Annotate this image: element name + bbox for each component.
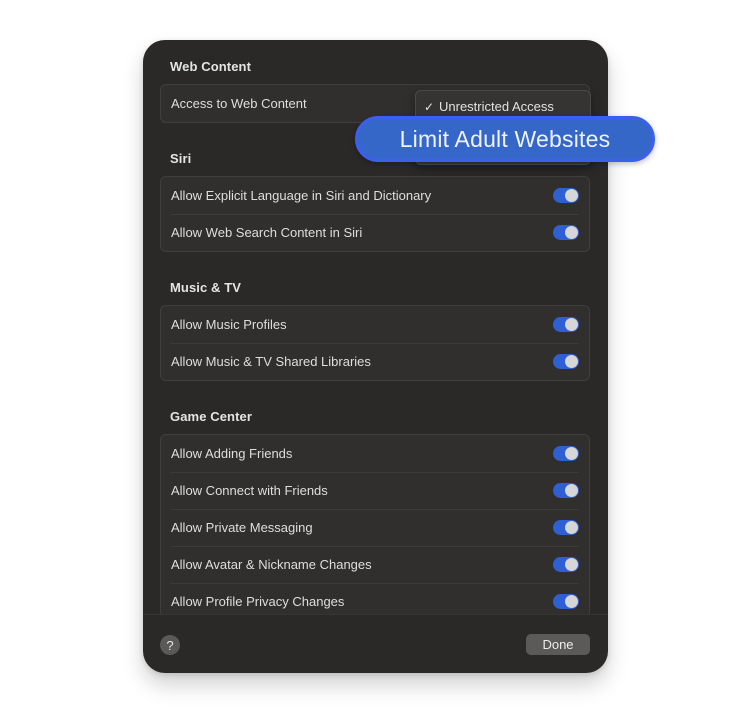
row-label: Allow Avatar & Nickname Changes (171, 557, 372, 572)
group-siri: Allow Explicit Language in Siri and Dict… (160, 176, 590, 252)
checkmark-icon: ✓ (424, 99, 435, 114)
row-allow-adding-friends: Allow Adding Friends (161, 435, 589, 472)
row-allow-profile-privacy-changes: Allow Profile Privacy Changes (161, 583, 589, 614)
row-label: Allow Profile Privacy Changes (171, 594, 345, 609)
toggle-allow-private-messaging[interactable] (553, 520, 579, 535)
toggle-allow-web-search-content[interactable] (553, 225, 579, 240)
done-button[interactable]: Done (526, 634, 590, 655)
group-game-center: Allow Adding Friends Allow Connect with … (160, 434, 590, 614)
toggle-knob (565, 318, 578, 331)
section-title-music-tv: Music & TV (170, 280, 242, 295)
row-allow-avatar-nickname-changes: Allow Avatar & Nickname Changes (161, 546, 589, 583)
dropdown-option-label: Unrestricted Access (439, 99, 554, 114)
footer-divider (143, 614, 608, 615)
toggle-knob (565, 226, 578, 239)
help-button[interactable]: ? (160, 635, 180, 655)
row-allow-connect-with-friends: Allow Connect with Friends (161, 472, 589, 509)
callout-label: Limit Adult Websites (399, 125, 611, 152)
row-label: Allow Music Profiles (171, 317, 287, 332)
toggle-allow-profile-privacy-changes[interactable] (553, 594, 579, 609)
section-title-game-center: Game Center (170, 409, 253, 424)
row-label: Allow Music & TV Shared Libraries (171, 354, 371, 369)
dropdown-option-limit-adult-websites[interactable]: Limit Adult Websites (355, 116, 655, 162)
row-label: Allow Connect with Friends (171, 483, 328, 498)
row-label: Allow Adding Friends (171, 446, 293, 461)
section-title-siri: Siri (170, 151, 192, 166)
row-allow-music-profiles: Allow Music Profiles (161, 306, 589, 343)
row-allow-shared-libraries: Allow Music & TV Shared Libraries (161, 343, 589, 380)
toggle-allow-music-profiles[interactable] (553, 317, 579, 332)
row-label: Allow Web Search Content in Siri (171, 225, 363, 240)
row-label: Allow Private Messaging (171, 520, 313, 535)
row-label: Allow Explicit Language in Siri and Dict… (171, 188, 432, 203)
toggle-allow-shared-libraries[interactable] (553, 354, 579, 369)
toggle-knob (565, 595, 578, 608)
toggle-knob (565, 447, 578, 460)
question-mark-icon: ? (166, 637, 174, 653)
dropdown-option-unrestricted-access[interactable]: ✓ Unrestricted Access (424, 99, 554, 114)
toggle-allow-explicit-language[interactable] (553, 188, 579, 203)
toggle-knob (565, 521, 578, 534)
row-allow-web-search-content: Allow Web Search Content in Siri (161, 214, 589, 251)
section-title-web-content: Web Content (170, 59, 252, 74)
toggle-knob (565, 484, 578, 497)
toggle-knob (565, 355, 578, 368)
row-allow-explicit-language: Allow Explicit Language in Siri and Dict… (161, 177, 589, 214)
row-allow-private-messaging: Allow Private Messaging (161, 509, 589, 546)
toggle-allow-connect-with-friends[interactable] (553, 483, 579, 498)
toggle-allow-adding-friends[interactable] (553, 446, 579, 461)
toggle-knob (565, 189, 578, 202)
group-music-tv: Allow Music Profiles Allow Music & TV Sh… (160, 305, 590, 381)
toggle-knob (565, 558, 578, 571)
toggle-allow-avatar-nickname-changes[interactable] (553, 557, 579, 572)
